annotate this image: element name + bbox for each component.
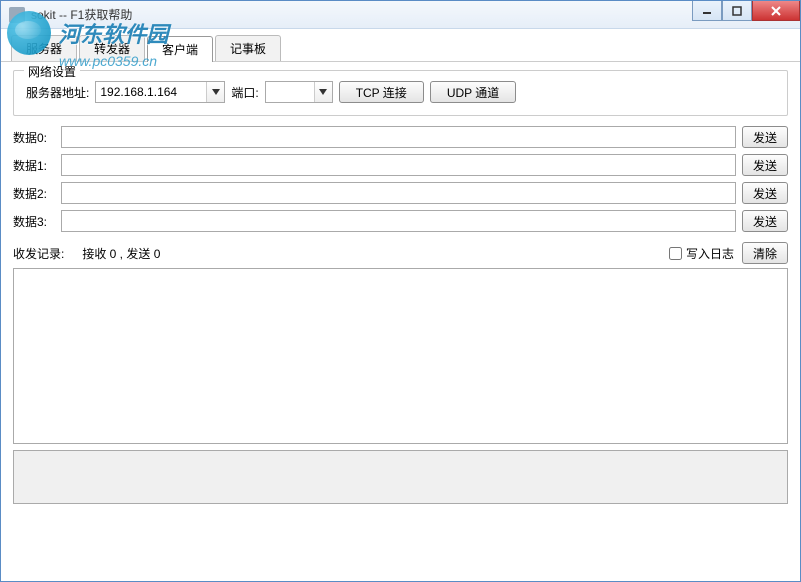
data0-send-button[interactable]: 发送 — [742, 126, 788, 148]
network-settings-group: 网络设置 服务器地址: 端口: TCP 连接 UDP 通道 — [13, 70, 788, 116]
bottom-panel — [13, 450, 788, 504]
data-row-0: 数据0: 发送 — [13, 126, 788, 148]
address-dropdown-icon[interactable] — [206, 82, 224, 102]
tab-bar: 服务器 转发器 客户端 记事板 — [1, 29, 800, 62]
tab-client[interactable]: 客户端 — [147, 36, 213, 62]
data1-input[interactable] — [61, 154, 736, 176]
port-dropdown-icon[interactable] — [314, 82, 332, 102]
minimize-button[interactable] — [692, 1, 722, 21]
data2-input[interactable] — [61, 182, 736, 204]
data-row-1: 数据1: 发送 — [13, 154, 788, 176]
tab-forwarder[interactable]: 转发器 — [79, 35, 145, 61]
data3-label: 数据3: — [13, 213, 55, 230]
maximize-button[interactable] — [722, 1, 752, 21]
tab-notepad[interactable]: 记事板 — [215, 35, 281, 61]
write-log-checkbox[interactable] — [669, 247, 682, 260]
tab-server[interactable]: 服务器 — [11, 35, 77, 61]
window-buttons — [692, 1, 800, 21]
data1-send-button[interactable]: 发送 — [742, 154, 788, 176]
data-row-3: 数据3: 发送 — [13, 210, 788, 232]
network-legend: 网络设置 — [24, 63, 80, 80]
clear-button[interactable]: 清除 — [742, 242, 788, 264]
stats-text: 接收 0 , 发送 0 — [82, 245, 160, 262]
titlebar: sokit -- F1获取帮助 — [1, 1, 800, 29]
port-label: 端口: — [231, 84, 258, 101]
address-combo — [95, 81, 225, 103]
app-icon — [9, 7, 25, 23]
stats-label: 收发记录: — [13, 245, 64, 262]
app-window: sokit -- F1获取帮助 河东软件园 www.pc0359.cn 服务器 … — [0, 0, 801, 582]
data0-label: 数据0: — [13, 129, 55, 146]
write-log-checkbox-wrap[interactable]: 写入日志 — [669, 245, 734, 262]
stats-row: 收发记录: 接收 0 , 发送 0 写入日志 清除 — [13, 242, 788, 264]
data0-input[interactable] — [61, 126, 736, 148]
tab-content: 网络设置 服务器地址: 端口: TCP 连接 UDP 通道 数据0: 发送 — [1, 62, 800, 512]
udp-channel-button[interactable]: UDP 通道 — [430, 81, 516, 103]
write-log-label: 写入日志 — [686, 245, 734, 262]
tcp-connect-button[interactable]: TCP 连接 — [339, 81, 424, 103]
port-combo — [265, 81, 333, 103]
network-row: 服务器地址: 端口: TCP 连接 UDP 通道 — [26, 81, 775, 103]
log-textarea[interactable] — [13, 268, 788, 444]
address-label: 服务器地址: — [26, 84, 89, 101]
data3-input[interactable] — [61, 210, 736, 232]
data2-label: 数据2: — [13, 185, 55, 202]
window-title: sokit -- F1获取帮助 — [31, 6, 132, 23]
data2-send-button[interactable]: 发送 — [742, 182, 788, 204]
data3-send-button[interactable]: 发送 — [742, 210, 788, 232]
close-button[interactable] — [752, 1, 800, 21]
data1-label: 数据1: — [13, 157, 55, 174]
data-row-2: 数据2: 发送 — [13, 182, 788, 204]
